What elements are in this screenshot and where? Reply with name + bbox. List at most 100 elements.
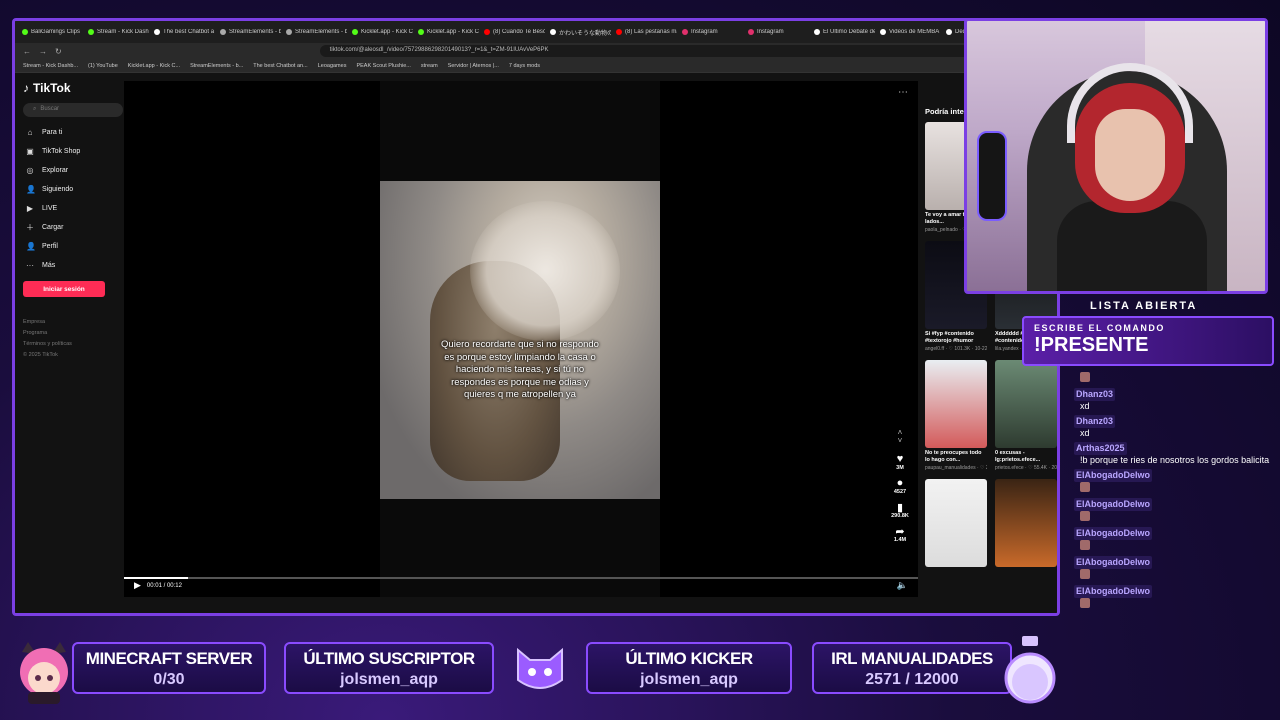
rec-thumbnail <box>995 360 1057 448</box>
browser-tab[interactable]: かわいそうな動物の <box>547 28 611 37</box>
tab-favicon-icon <box>550 29 556 35</box>
rec-title <box>995 569 1057 583</box>
rec-thumbnail <box>925 479 987 567</box>
rec-meta: angel0.ff · ♡ 101.3K · 10-22 <box>925 346 987 352</box>
rec-card[interactable]: 0 excusas - lg:prietos.efece... prietos.e… <box>995 360 1057 471</box>
bookmark-item[interactable]: (1) YouTube <box>88 63 118 69</box>
rec-card[interactable]: No te preocupes todo lo hago con... paupa… <box>925 360 987 471</box>
browser-tab[interactable]: The best Chatbot a <box>151 29 215 35</box>
bookmark-item[interactable]: Leoagames <box>318 63 347 69</box>
nav-label: Cargar <box>42 224 64 231</box>
login-button[interactable]: Iniciar sesión <box>23 281 105 297</box>
browser-tab[interactable]: StreamElements - b <box>283 29 347 35</box>
minecraft-panel: MINECRAFT SERVER 0/30 <box>72 642 266 694</box>
nav-item[interactable]: ··· Más <box>23 256 123 275</box>
live-icon: ▶ <box>26 204 34 213</box>
search-icon: ⌕ <box>33 106 37 112</box>
streamer-avatar <box>20 642 68 704</box>
volume-icon[interactable]: 🔈 <box>897 580 908 591</box>
chat-message: ElAbogadoDelwo <box>1074 556 1274 582</box>
tab-label: StreamElements - b <box>229 29 281 35</box>
browser-tab[interactable]: (8) Las pestañas má <box>613 29 677 35</box>
upload-icon: ＋ <box>26 223 34 232</box>
browser-tab[interactable]: Kicklet.app - Kick C <box>349 29 413 35</box>
profile-icon: 👤 <box>26 242 36 251</box>
footer-link[interactable]: Términos y políticas <box>23 339 123 350</box>
nav-item[interactable]: 👤 Perfil <box>23 237 123 256</box>
chevron-down-icon[interactable]: ˅ <box>898 437 903 445</box>
bookmark-item[interactable]: PEAK Scout Plushie... <box>356 63 410 69</box>
tab-favicon-icon <box>286 29 292 35</box>
share-button[interactable]: ➦ 1.4M <box>894 525 906 543</box>
reload-icon[interactable]: ↻ <box>55 47 62 56</box>
nav-item[interactable]: ＋ Cargar <box>23 218 123 237</box>
chat-emote-line <box>1074 372 1274 385</box>
panel-value: 0/30 <box>153 671 185 688</box>
streamer-body <box>1057 201 1207 291</box>
back-icon[interactable]: ← <box>23 47 31 56</box>
tab-favicon-icon <box>682 29 688 35</box>
footer-link[interactable]: Empresa <box>23 317 123 328</box>
nav-item[interactable]: ▣ TikTok Shop <box>23 142 123 161</box>
tab-label: (8) Las pestañas má <box>625 29 677 35</box>
browser-tab[interactable]: Videos de MEMBA <box>877 29 941 35</box>
search-input[interactable]: ⌕ Buscar <box>23 103 123 117</box>
footer-link[interactable]: Programa <box>23 328 123 339</box>
nav-item[interactable]: ⌂ Para ti <box>23 123 123 142</box>
rec-title: 0 excusas - lg:prietos.efece... <box>995 450 1041 463</box>
chat-username: Arthas2025 <box>1074 442 1127 455</box>
rec-thumbnail <box>925 360 987 448</box>
tab-label: (8) Cuando Te Besó <box>493 29 545 35</box>
share-icon: ➦ <box>895 526 905 538</box>
bookmark-item[interactable]: Kicklet.app - Kick C... <box>128 63 180 69</box>
footer-link[interactable]: © 2025 TikTok <box>23 350 123 361</box>
address-bar: ← → ↻ tiktok.com/@aleosdl_/video/7572988… <box>15 43 1057 59</box>
bookmark-item[interactable]: The best Chatbot an... <box>253 63 307 69</box>
tab-favicon-icon <box>352 29 358 35</box>
bookmark-item[interactable]: StreamElements - b... <box>190 63 243 69</box>
comment-icon: ● <box>896 477 904 489</box>
play-icon[interactable]: ▶ <box>134 580 141 591</box>
chat-username: ElAbogadoDelwo <box>1074 585 1152 598</box>
url-input[interactable]: tiktok.com/@aleosdl_/video/7572988629820… <box>319 45 1049 57</box>
comment-button[interactable]: ● 4527 <box>894 477 906 495</box>
chat-username: ElAbogadoDelwo <box>1074 527 1152 540</box>
video-content[interactable]: Quiero recordarte que si no respondo es … <box>380 181 660 499</box>
share-count: 1.4M <box>893 537 907 543</box>
tab-label: Videos de MEMBA <box>889 29 940 35</box>
browser-tab[interactable]: Stream - Kick Dashb <box>85 29 149 35</box>
bookmark-item[interactable]: Stream - Kick Dashb... <box>23 63 78 69</box>
nav-item[interactable]: ▶ LIVE <box>23 199 123 218</box>
panel-value: jolsmen_aqp <box>340 671 438 688</box>
nav-item[interactable]: ◎ Explorar <box>23 161 123 180</box>
nav-item[interactable]: 👤 Siguiendo <box>23 180 123 199</box>
bookmark-item[interactable]: Servidor | Aternos |... <box>448 63 499 69</box>
browser-tab[interactable]: BaliGamings Clips <box>19 29 83 35</box>
like-button[interactable]: ♥ 3M <box>896 453 904 471</box>
video-progress-bar[interactable] <box>124 577 918 579</box>
browser-tab[interactable]: Instagram <box>679 29 743 35</box>
tab-favicon-icon <box>880 29 886 35</box>
browser-tab[interactable]: Instagram <box>745 29 809 35</box>
browser-tab[interactable]: Kicklet.app - Kick C <box>415 29 479 35</box>
tab-favicon-icon <box>748 29 754 35</box>
rec-card[interactable] <box>925 479 987 584</box>
browser-window: BaliGamings Clips Stream - Kick Dashb The … <box>12 18 1060 616</box>
tiktok-logo[interactable]: ♪ TikTok <box>23 81 123 95</box>
browser-tab[interactable]: StreamElements - b <box>217 29 281 35</box>
browser-tab[interactable]: (8) Cuando Te Besó <box>481 29 545 35</box>
bookmark-item[interactable]: stream <box>421 63 438 69</box>
bookmark-item[interactable]: 7 days mods <box>509 63 540 69</box>
chat-username: ElAbogadoDelwo <box>1074 556 1152 569</box>
more-options-icon[interactable]: ⋯ <box>898 87 908 98</box>
rec-card[interactable] <box>995 479 1057 584</box>
forward-icon[interactable]: → <box>39 47 47 56</box>
video-player[interactable]: Quiero recordarte que si no respondo es … <box>124 81 918 597</box>
rec-thumbnail <box>995 479 1057 567</box>
save-button[interactable]: ▮ 290.8K <box>891 501 909 519</box>
chat-message: Arthas2025 !b porque te ries de nosotros … <box>1074 442 1274 466</box>
tiktok-sidebar: ♪ TikTok ⌕ Buscar ⌂ Para ti ▣ TikTok Shop ◎ E… <box>23 81 123 361</box>
browser-tab[interactable]: El Último Debate de <box>811 29 875 35</box>
panel-title: MINECRAFT SERVER <box>85 649 253 668</box>
potion-icon <box>1004 636 1056 704</box>
